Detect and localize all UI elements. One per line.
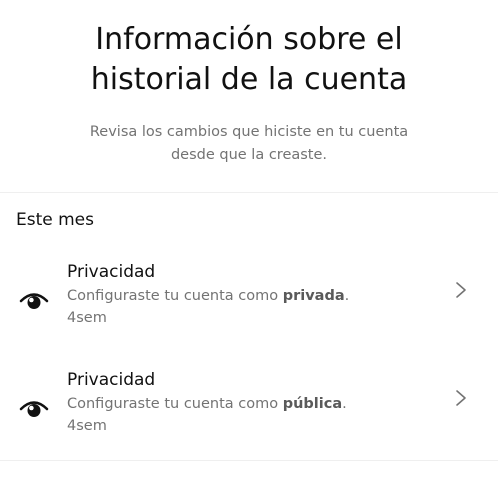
chevron-right-icon xyxy=(454,280,468,300)
history-item-description: Configuraste tu cuenta como privada. xyxy=(67,286,349,306)
section-heading-this-month: Este mes xyxy=(16,210,95,230)
page-title-line-2: historial de la cuenta xyxy=(90,62,408,97)
page-title-line-1: Información sobre el xyxy=(95,22,403,57)
history-item-description-value: pública xyxy=(282,396,343,412)
history-item-description-end: . xyxy=(344,288,350,304)
history-item-timestamp: 4sem xyxy=(67,310,107,326)
divider-bottom xyxy=(0,460,498,461)
history-item-description-end: . xyxy=(342,396,347,412)
history-item-heading: Privacidad xyxy=(67,370,156,390)
history-item-privacy-private[interactable]: Privacidad Configuraste tu cuenta como p… xyxy=(0,260,498,360)
page-subtitle-line-2: desde que la creaste. xyxy=(170,147,328,163)
history-item-description-value: privada xyxy=(282,288,345,304)
chevron-right-icon xyxy=(454,388,468,408)
page-title: Información sobre el historial de la cue… xyxy=(0,20,498,100)
history-item-heading: Privacidad xyxy=(67,262,156,282)
history-item-description-text: Configuraste tu cuenta como xyxy=(67,288,283,304)
eye-icon xyxy=(18,394,50,420)
eye-icon xyxy=(18,286,50,312)
page-subtitle-line-1: Revisa los cambios que hiciste en tu cue… xyxy=(89,124,409,140)
history-item-timestamp: 4sem xyxy=(67,418,107,434)
history-item-privacy-public[interactable]: Privacidad Configuraste tu cuenta como p… xyxy=(0,368,498,468)
page-subtitle: Revisa los cambios que hiciste en tu cue… xyxy=(0,121,498,167)
divider-top xyxy=(0,192,498,193)
history-item-description-text: Configuraste tu cuenta como xyxy=(67,396,283,412)
history-item-description: Configuraste tu cuenta como pública. xyxy=(67,394,347,414)
